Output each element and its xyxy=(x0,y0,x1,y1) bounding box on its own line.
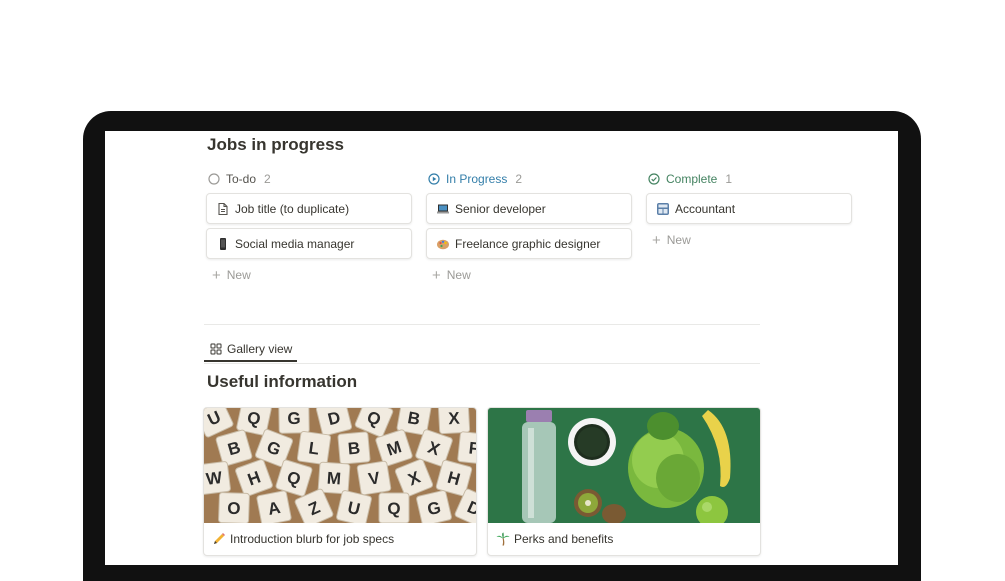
plus-icon: + xyxy=(652,231,661,249)
laptop-screen: Jobs in progress To-do 2 Job title (to d… xyxy=(105,131,898,565)
plus-icon: + xyxy=(432,266,441,284)
cover-image-fruit-and-water-bottle xyxy=(488,408,760,523)
card-title: Accountant xyxy=(675,201,736,216)
letter-tile: F xyxy=(457,431,476,465)
gallery-card-caption: Introduction blurb for job specs xyxy=(204,523,476,554)
letter-tile: X xyxy=(437,408,471,435)
new-label: New xyxy=(446,268,471,282)
gallery-card-title: Perks and benefits xyxy=(514,531,614,546)
svg-text:M: M xyxy=(326,469,341,489)
card-title: Freelance graphic designer xyxy=(455,236,601,251)
letter-tile: W xyxy=(204,461,231,495)
column-count: 2 xyxy=(264,172,271,186)
board-card[interactable]: Job title (to duplicate) xyxy=(206,193,412,224)
svg-text:O: O xyxy=(227,499,241,518)
board-card[interactable]: Freelance graphic designer xyxy=(426,228,632,259)
new-card-button[interactable]: + New xyxy=(426,263,632,287)
column-count: 1 xyxy=(725,172,733,186)
check-circle-icon xyxy=(648,173,660,185)
letter-tile: V xyxy=(356,460,392,496)
new-label: New xyxy=(666,233,691,247)
document-icon xyxy=(215,201,231,217)
svg-text:X: X xyxy=(448,409,461,429)
new-card-button[interactable]: + New xyxy=(646,228,852,252)
board-card[interactable]: Accountant xyxy=(646,193,852,224)
column-header-complete[interactable]: Complete 1 xyxy=(646,171,852,187)
column-name: Complete xyxy=(666,172,718,186)
svg-text:B: B xyxy=(347,438,361,458)
column-name: In Progress xyxy=(446,172,508,186)
board-card[interactable]: Social media manager xyxy=(206,228,412,259)
letter-tile: B xyxy=(337,431,371,465)
card-title: Social media manager xyxy=(235,236,355,251)
divider xyxy=(204,324,760,325)
svg-text:F: F xyxy=(468,439,476,459)
column-header-todo[interactable]: To-do 2 xyxy=(206,171,412,187)
letter-tile: M xyxy=(317,461,351,495)
view-tab-bar: Gallery view xyxy=(204,337,760,364)
abacus-icon xyxy=(655,201,671,217)
board-card[interactable]: Senior developer xyxy=(426,193,632,224)
tab-gallery-view[interactable]: Gallery view xyxy=(204,337,297,362)
column-name: To-do xyxy=(226,172,257,186)
gallery-card[interactable]: Perks and benefits xyxy=(487,407,761,556)
board-column-complete: Complete 1 Accountant + New xyxy=(646,171,852,252)
new-label: New xyxy=(226,268,251,282)
letter-tile: Q xyxy=(378,492,410,523)
play-circle-icon xyxy=(428,173,440,185)
cover-image-letter-tiles: UQGDQBXBGLBMXFWHQMVXHOAZUQGD xyxy=(204,408,476,523)
letter-tile: L xyxy=(296,430,332,466)
board-title: Jobs in progress xyxy=(207,135,344,154)
laptop-icon xyxy=(435,201,451,217)
card-title: Senior developer xyxy=(455,201,546,216)
pencil-icon xyxy=(212,532,226,546)
mobile-phone-icon xyxy=(215,236,231,252)
plus-icon: + xyxy=(212,266,221,284)
svg-text:G: G xyxy=(287,409,301,428)
new-card-button[interactable]: + New xyxy=(206,263,412,287)
tab-label: Gallery view xyxy=(227,341,293,356)
palette-icon xyxy=(435,236,451,252)
gallery-title: Useful information xyxy=(207,372,358,391)
board-column-todo: To-do 2 Job title (to duplicate) Social … xyxy=(206,171,412,287)
card-title: Job title (to duplicate) xyxy=(235,201,350,216)
column-header-in-progress[interactable]: In Progress 2 xyxy=(426,171,632,187)
column-count: 2 xyxy=(515,172,523,186)
palm-tree-icon xyxy=(496,532,510,546)
letter-tile: O xyxy=(218,492,250,523)
svg-text:Q: Q xyxy=(387,499,400,518)
letter-tile: A xyxy=(256,490,292,523)
circle-outline-icon xyxy=(208,173,220,185)
gallery-card-caption: Perks and benefits xyxy=(488,523,760,554)
grid-icon xyxy=(210,343,222,355)
letter-tile: G xyxy=(278,408,310,434)
gallery-card-title: Introduction blurb for job specs xyxy=(230,531,395,546)
gallery-card[interactable]: UQGDQBXBGLBMXFWHQMVXHOAZUQGD Introductio… xyxy=(203,407,477,556)
board-column-in-progress: In Progress 2 Senior developer Freelance… xyxy=(426,171,632,287)
